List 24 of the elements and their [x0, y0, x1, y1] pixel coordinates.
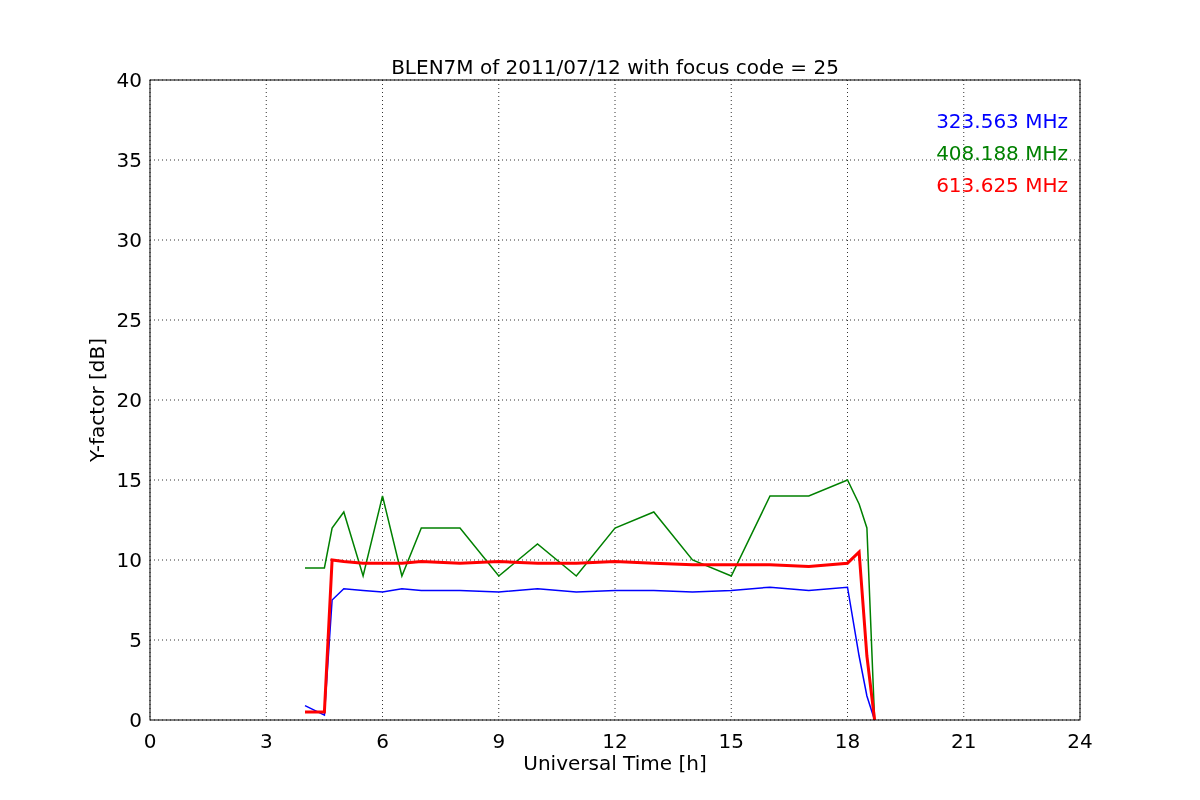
y-tick-label: 0: [129, 708, 142, 732]
y-tick-label: 10: [116, 548, 142, 572]
y-axis-label: Y-factor [dB]: [85, 338, 109, 462]
y-tick-label: 40: [116, 68, 142, 92]
x-tick-label: 6: [376, 729, 389, 753]
legend-label: 613.625 MHz: [936, 173, 1068, 197]
x-tick-label: 21: [951, 729, 977, 753]
x-tick-label: 3: [259, 729, 273, 753]
x-tick-label: 18: [834, 729, 861, 753]
chart-title: BLEN7M of 2011/07/12 with focus code = 25: [391, 55, 839, 79]
y-tick-label: 35: [116, 148, 142, 172]
x-tick-label: 15: [718, 729, 744, 753]
y-tick-label: 30: [116, 228, 142, 252]
x-axis-label: Universal Time [h]: [523, 751, 707, 775]
y-tick-label: 20: [116, 388, 142, 412]
y-tick-label: 5: [129, 628, 142, 652]
y-tick-label: 25: [116, 308, 142, 332]
x-tick-label: 9: [492, 729, 506, 753]
x-tick-label: 12: [602, 729, 628, 753]
x-tick-label: 0: [143, 729, 157, 753]
x-tick-label: 24: [1067, 729, 1093, 753]
legend-label: 408.188 MHz: [936, 141, 1068, 165]
legend-label: 323.563 MHz: [936, 109, 1068, 133]
y-tick-label: 15: [116, 468, 142, 492]
